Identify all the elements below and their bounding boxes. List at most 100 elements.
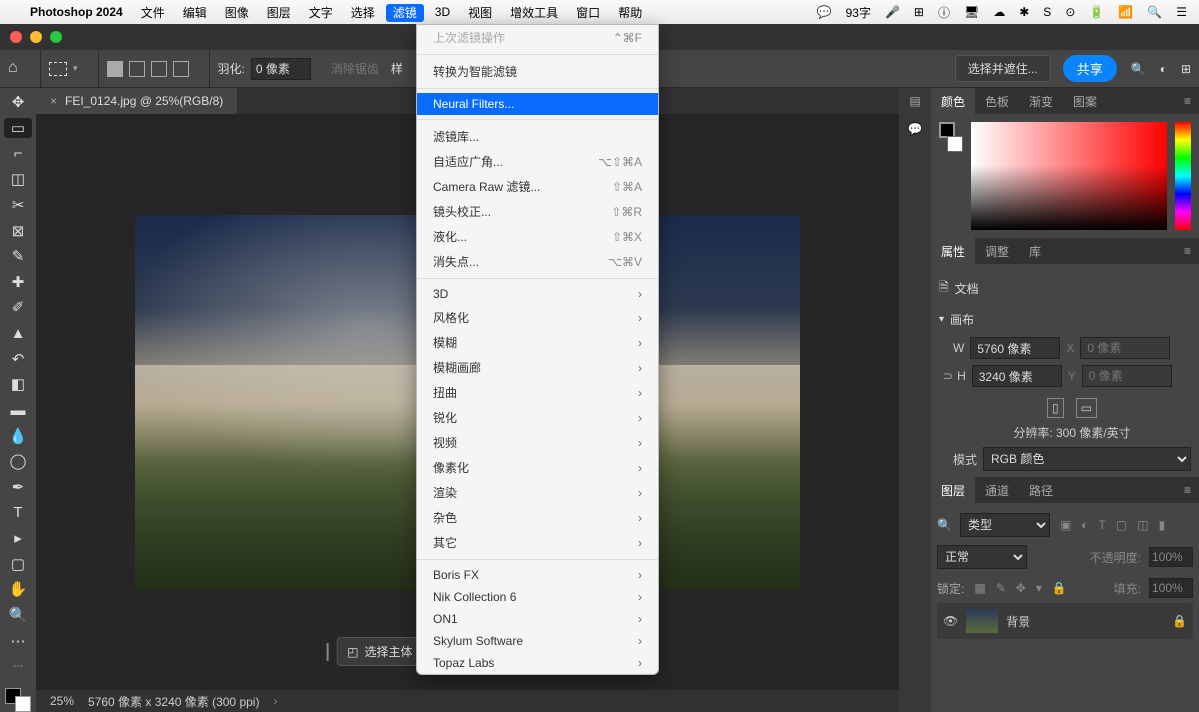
panel-menu-icon[interactable]: ≡: [1176, 483, 1199, 497]
submenu-render[interactable]: 渲染›: [417, 480, 658, 505]
landscape-icon[interactable]: ▭: [1076, 398, 1097, 418]
camera-raw-item[interactable]: Camera Raw 滤镜...⇧⌘A: [417, 174, 658, 199]
path-select-tool[interactable]: ▸: [4, 528, 32, 549]
submenu-video[interactable]: 视频›: [417, 430, 658, 455]
add-selection-icon[interactable]: [129, 61, 145, 77]
cloud-icon[interactable]: ☁: [993, 5, 1005, 19]
bluetooth-icon[interactable]: ✱: [1019, 5, 1029, 19]
panel-icon-2[interactable]: 💬: [908, 122, 923, 136]
feather-input[interactable]: [251, 58, 311, 80]
lock-nest-icon[interactable]: ▾: [1036, 581, 1042, 595]
eyedropper-tool[interactable]: ✎: [4, 246, 32, 267]
hand-tool[interactable]: ✋: [4, 579, 32, 600]
menu-edit[interactable]: 编辑: [183, 4, 207, 21]
submenu-pixelate[interactable]: 像素化›: [417, 455, 658, 480]
zoom-tool[interactable]: 🔍: [4, 605, 32, 626]
wechat-icon[interactable]: 💬: [817, 5, 832, 19]
neural-filters-item[interactable]: Neural Filters...: [417, 93, 658, 115]
color-mode-select[interactable]: RGB 颜色: [983, 447, 1191, 471]
layer-filter-select[interactable]: 类型: [960, 513, 1050, 537]
submenu-sharpen[interactable]: 锐化›: [417, 405, 658, 430]
filter-icon[interactable]: 🔍: [937, 518, 952, 532]
share-button[interactable]: 共享: [1063, 55, 1117, 82]
eraser-tool[interactable]: ◧: [4, 374, 32, 395]
subtract-selection-icon[interactable]: [151, 61, 167, 77]
lock-paint-icon[interactable]: ✎: [996, 581, 1006, 595]
help-icon[interactable]: ◐: [1160, 62, 1167, 76]
select-subject-button[interactable]: ◰选择主体: [336, 637, 423, 666]
dropdown-icon[interactable]: ▾: [73, 63, 78, 74]
select-and-mask-button[interactable]: 选择并遮住...: [955, 55, 1051, 82]
submenu-topaz[interactable]: Topaz Labs›: [417, 652, 658, 674]
submenu-other[interactable]: 其它›: [417, 530, 658, 555]
move-tool[interactable]: ✥: [4, 92, 32, 113]
submenu-3d[interactable]: 3D›: [417, 283, 658, 305]
fg-bg-swatch[interactable]: [939, 122, 963, 152]
vanishing-item[interactable]: 消失点...⌥⌘V: [417, 249, 658, 274]
workspace-icon[interactable]: ⊞: [1181, 62, 1191, 76]
lock-all-icon[interactable]: 🔒: [1052, 581, 1067, 595]
filter-toggle-icon[interactable]: ▮: [1159, 518, 1166, 532]
adaptive-wide-item[interactable]: 自适应广角...⌥⇧⌘A: [417, 149, 658, 174]
control-center-icon[interactable]: ☰: [1176, 5, 1187, 19]
s-icon[interactable]: S: [1043, 5, 1051, 19]
filter-smart-icon[interactable]: ◫: [1137, 518, 1148, 532]
battery-icon[interactable]: 🔋: [1089, 5, 1104, 19]
edit-toolbar[interactable]: ⋯: [4, 656, 32, 677]
maximize-window-button[interactable]: [50, 31, 62, 43]
liquify-item[interactable]: 液化...⇧⌘X: [417, 224, 658, 249]
search-icon[interactable]: 🔍: [1131, 62, 1146, 76]
zoom-level[interactable]: 25%: [50, 694, 74, 708]
close-window-button[interactable]: [10, 31, 22, 43]
type-tool[interactable]: T: [4, 502, 32, 523]
lasso-tool[interactable]: ⌐: [4, 143, 32, 164]
lens-correct-item[interactable]: 镜头校正...⇧⌘R: [417, 199, 658, 224]
marquee-tool-icon[interactable]: [49, 62, 67, 76]
lock-trans-icon[interactable]: ▩: [974, 581, 985, 595]
y-input[interactable]: [1082, 365, 1172, 387]
smart-filter-item[interactable]: 转换为智能滤镜: [417, 59, 658, 84]
grid-icon[interactable]: ⊞: [914, 5, 924, 19]
gradient-tool[interactable]: ▬: [4, 400, 32, 421]
filter-shape-icon[interactable]: ▢: [1116, 518, 1127, 532]
hue-slider[interactable]: [1175, 122, 1191, 230]
menu-view[interactable]: 视图: [468, 4, 492, 21]
filter-pixel-icon[interactable]: ▣: [1060, 518, 1071, 532]
filter-adjust-icon[interactable]: ◐: [1081, 518, 1088, 532]
submenu-on1[interactable]: ON1›: [417, 608, 658, 630]
menu-plugins[interactable]: 增效工具: [510, 4, 558, 21]
tab-channels[interactable]: 通道: [975, 477, 1019, 503]
document-tab[interactable]: × FEI_0124.jpg @ 25%(RGB/8): [36, 88, 238, 114]
filter-type-icon[interactable]: T: [1099, 518, 1106, 532]
menu-file[interactable]: 文件: [141, 4, 165, 21]
layer-row[interactable]: 👁 背景 🔒: [937, 603, 1193, 639]
app-name[interactable]: Photoshop 2024: [30, 5, 123, 19]
menu-text[interactable]: 文字: [309, 4, 333, 21]
info-icon[interactable]: ⓘ: [938, 4, 950, 21]
intersect-selection-icon[interactable]: [173, 61, 189, 77]
history-brush-tool[interactable]: ↶: [4, 348, 32, 369]
tab-color[interactable]: 颜色: [931, 88, 975, 114]
rect-tool[interactable]: ▢: [4, 554, 32, 575]
width-input[interactable]: [970, 337, 1060, 359]
tab-patterns[interactable]: 图案: [1063, 88, 1107, 114]
fill-input[interactable]: [1149, 578, 1193, 598]
object-select-tool[interactable]: ◫: [4, 169, 32, 190]
crop-tool[interactable]: ✂: [4, 195, 32, 216]
visibility-icon[interactable]: 👁: [943, 614, 958, 628]
x-input[interactable]: [1080, 337, 1170, 359]
menu-layer[interactable]: 图层: [267, 4, 291, 21]
tab-gradients[interactable]: 渐变: [1019, 88, 1063, 114]
spotlight-icon[interactable]: 🔍: [1147, 5, 1162, 19]
color-field[interactable]: [971, 122, 1167, 230]
panel-icon-1[interactable]: ▤: [909, 94, 920, 108]
chevron-down-icon[interactable]: ▾: [939, 314, 944, 325]
menu-select[interactable]: 选择: [351, 4, 375, 21]
more-tools[interactable]: ⋯: [4, 630, 32, 651]
color-swatches[interactable]: [5, 688, 31, 712]
home-icon[interactable]: ⌂: [8, 59, 28, 79]
submenu-blur-gallery[interactable]: 模糊画廊›: [417, 355, 658, 380]
menu-3d[interactable]: 3D: [435, 5, 450, 19]
menu-filter[interactable]: 滤镜: [393, 4, 417, 21]
submenu-borisfx[interactable]: Boris FX›: [417, 564, 658, 586]
